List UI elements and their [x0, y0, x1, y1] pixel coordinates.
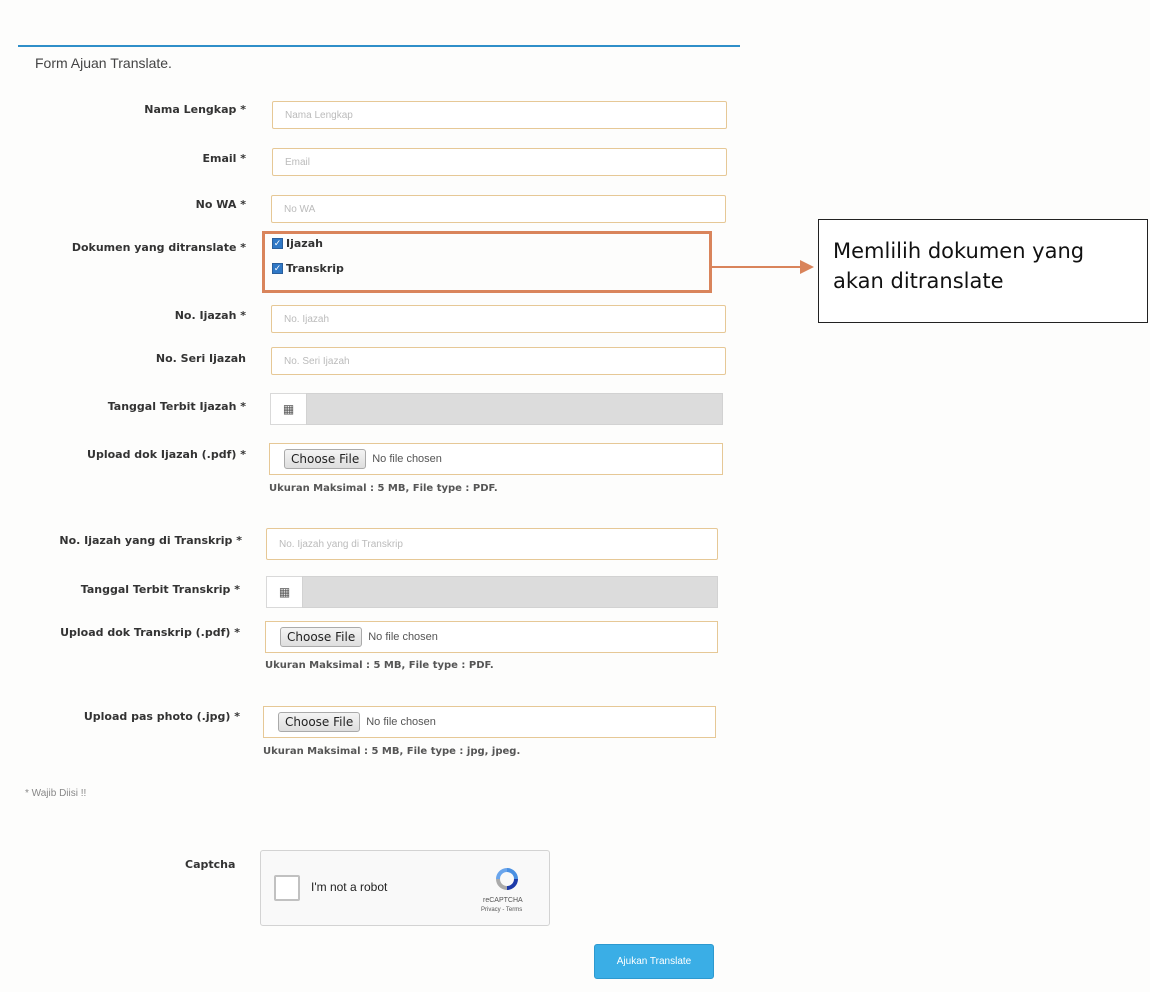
- upload-transkrip-hint: Ukuran Maksimal : 5 MB, File type : PDF.: [265, 660, 494, 671]
- tgl-ijazah-input[interactable]: [306, 393, 723, 425]
- checkbox-checked-icon[interactable]: ✓: [272, 238, 283, 249]
- file-status: No file chosen: [366, 716, 436, 728]
- label-wa: No WA *: [195, 198, 246, 211]
- label-no-seri: No. Seri Ijazah: [155, 352, 246, 365]
- required-note: * Wajib Diisi !!: [25, 788, 87, 799]
- captcha-label: Captcha: [185, 858, 236, 871]
- upload-ijazah-field[interactable]: Choose File No file chosen: [269, 443, 723, 475]
- recaptcha-logo-icon: [496, 868, 518, 890]
- upload-photo-field[interactable]: Choose File No file chosen: [263, 706, 716, 738]
- upload-transkrip-field[interactable]: Choose File No file chosen: [265, 621, 718, 653]
- form-header-border: [18, 45, 740, 47]
- recaptcha-widget: I'm not a robot reCAPTCHA Privacy - Term…: [260, 850, 550, 926]
- form-title: Form Ajuan Translate.: [35, 55, 172, 71]
- label-tgl-ijazah: Tanggal Terbit Ijazah *: [107, 400, 246, 413]
- label-no-ijazah-transkrip: No. Ijazah yang di Transkrip *: [59, 534, 242, 547]
- choose-file-button[interactable]: Choose File: [280, 627, 363, 647]
- file-status: No file chosen: [372, 453, 442, 465]
- submit-button[interactable]: Ajukan Translate: [594, 944, 714, 979]
- checkbox-ijazah-label: Ijazah: [286, 237, 323, 250]
- checkbox-checked-icon[interactable]: ✓: [272, 263, 283, 274]
- calendar-icon[interactable]: ▦: [270, 393, 306, 425]
- no-ijazah-input[interactable]: [271, 305, 726, 333]
- choose-file-button[interactable]: Choose File: [284, 449, 367, 469]
- label-nama: Nama Lengkap *: [144, 103, 246, 116]
- upload-photo-hint: Ukuran Maksimal : 5 MB, File type : jpg,…: [263, 746, 521, 757]
- choose-file-button[interactable]: Choose File: [278, 712, 361, 732]
- calendar-icon[interactable]: ▦: [266, 576, 302, 608]
- file-status: No file chosen: [368, 631, 438, 643]
- label-upload-ijazah: Upload dok Ijazah (.pdf) *: [87, 448, 246, 461]
- tgl-transkrip-field[interactable]: ▦: [266, 576, 718, 608]
- wa-input[interactable]: [271, 195, 726, 223]
- annotation-callout: Memlilih dokumen yang akan ditranslate: [818, 219, 1148, 323]
- label-tgl-transkrip: Tanggal Terbit Transkrip *: [80, 583, 240, 596]
- nama-input[interactable]: [272, 101, 727, 129]
- recaptcha-links[interactable]: Privacy - Terms: [481, 907, 522, 913]
- label-dokumen: Dokumen yang ditranslate *: [71, 241, 246, 254]
- tgl-transkrip-input[interactable]: [302, 576, 718, 608]
- checkbox-transkrip[interactable]: ✓ Transkrip: [272, 262, 344, 275]
- upload-ijazah-hint: Ukuran Maksimal : 5 MB, File type : PDF.: [269, 483, 498, 494]
- recaptcha-checkbox[interactable]: [274, 875, 300, 901]
- label-upload-photo: Upload pas photo (.jpg) *: [83, 710, 240, 723]
- email-input[interactable]: [272, 148, 727, 176]
- recaptcha-text: I'm not a robot: [311, 880, 388, 894]
- checkbox-ijazah[interactable]: ✓ Ijazah: [272, 237, 323, 250]
- annotation-arrow-head-icon: [800, 260, 814, 274]
- label-no-ijazah: No. Ijazah *: [174, 309, 246, 322]
- annotation-arrow-line: [712, 266, 804, 268]
- label-upload-transkrip: Upload dok Transkrip (.pdf) *: [60, 626, 240, 639]
- tgl-ijazah-field[interactable]: ▦: [270, 393, 723, 425]
- checkbox-transkrip-label: Transkrip: [286, 262, 344, 275]
- no-seri-input[interactable]: [271, 347, 726, 375]
- label-email: Email *: [202, 152, 246, 165]
- no-ijazah-transkrip-input[interactable]: [266, 528, 718, 560]
- recaptcha-brand: reCAPTCHA: [483, 897, 523, 904]
